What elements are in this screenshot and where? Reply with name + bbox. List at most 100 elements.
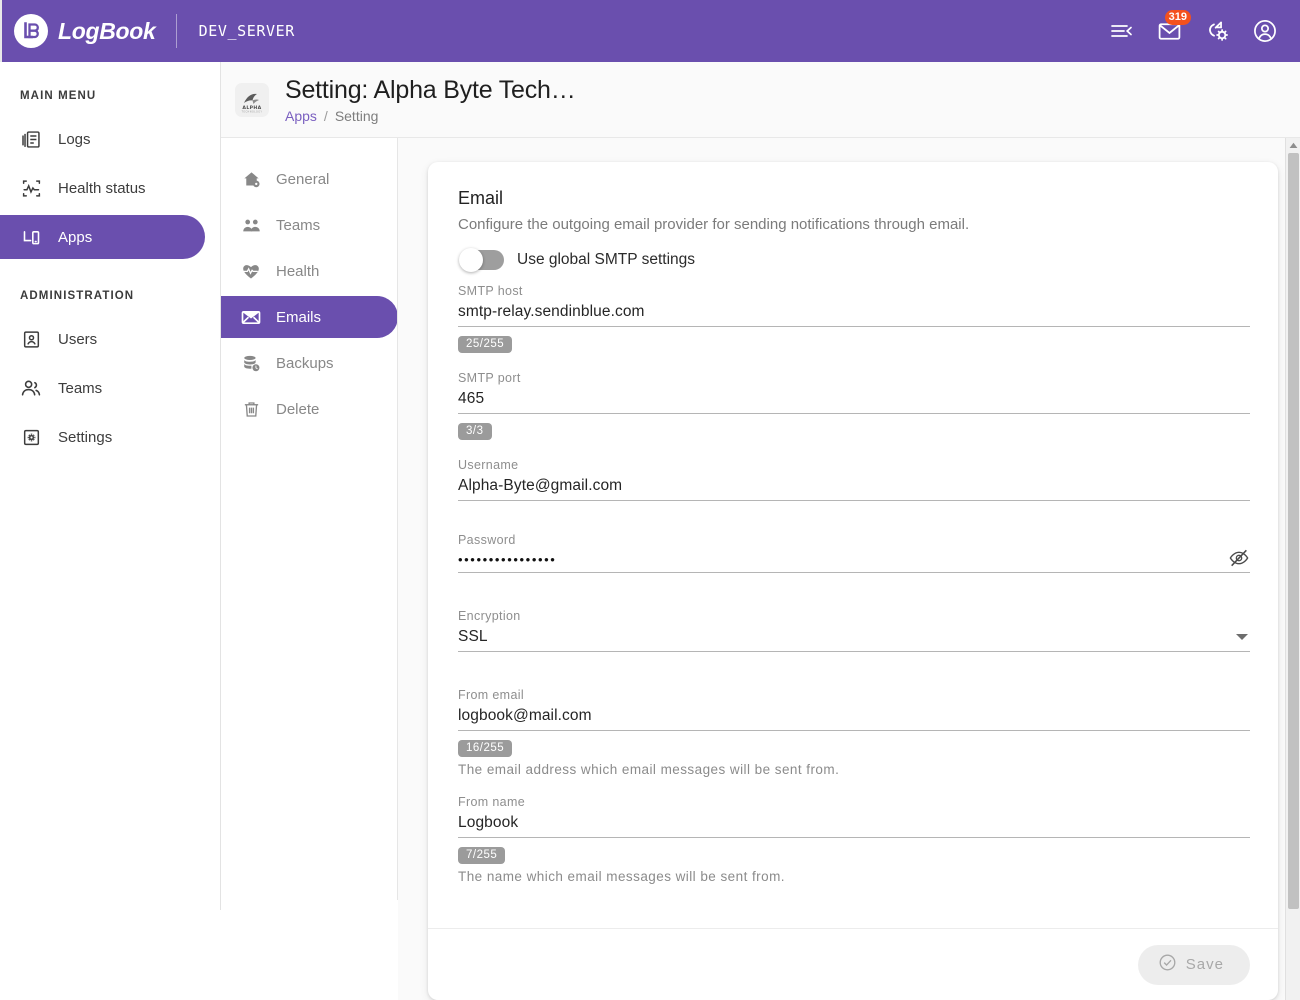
user-icon xyxy=(20,328,42,350)
from-email-input[interactable]: logbook@mail.com xyxy=(458,707,1250,725)
chevron-down-icon[interactable] xyxy=(1234,629,1250,645)
sidebar-item-teams[interactable]: Teams xyxy=(0,366,205,410)
field-label: Password xyxy=(458,533,516,547)
field-smtp-host: SMTP host smtp-relay.sendinblue.com 25/2… xyxy=(458,284,1250,353)
field-input-line[interactable]: 465 xyxy=(458,390,1250,414)
app-avatar: ALPHA TECHNOLOGY xyxy=(235,82,269,117)
field-password: Password •••••••••••••••• xyxy=(458,533,1250,573)
brand[interactable]: LogBook xyxy=(14,14,156,48)
section-subtitle: Configure the outgoing email provider fo… xyxy=(458,216,970,233)
sidebar-section-label-administration: ADMINISTRATION xyxy=(20,290,135,302)
username-input[interactable]: Alpha-Byte@gmail.com xyxy=(458,477,1250,495)
sidebar-item-logs[interactable]: Logs xyxy=(0,117,205,161)
field-label: Encryption xyxy=(458,609,521,623)
mail-badge-count: 319 xyxy=(1164,10,1191,26)
field-select-line[interactable]: SSL xyxy=(458,628,1250,652)
scroll-up-arrow-icon[interactable] xyxy=(1286,138,1300,152)
field-input-line[interactable]: logbook@mail.com xyxy=(458,707,1250,731)
logs-icon xyxy=(20,128,42,150)
topbar-actions: 319 xyxy=(1104,10,1282,48)
top-navigation-bar: LogBook DEV_SERVER 319 xyxy=(0,0,1300,62)
main-column: ALPHA TECHNOLOGY Setting: Alpha Byte Tec… xyxy=(221,62,1300,1000)
tab-teams[interactable]: Teams xyxy=(221,204,398,246)
tab-label: Teams xyxy=(276,216,321,234)
email-settings-card: Email Configure the outgoing email provi… xyxy=(428,162,1278,1000)
tab-label: Delete xyxy=(276,400,320,418)
sidebar-item-label: Logs xyxy=(58,130,91,148)
encryption-select-value[interactable]: SSL xyxy=(458,628,1250,646)
sidebar-item-settings[interactable]: Settings xyxy=(0,415,205,459)
password-input[interactable]: •••••••••••••••• xyxy=(458,552,1250,567)
sidebar-item-label: Teams xyxy=(58,379,103,397)
sidebar-item-users[interactable]: Users xyxy=(0,317,205,361)
field-input-line[interactable]: smtp-relay.sendinblue.com xyxy=(458,303,1250,327)
tab-label: Health xyxy=(276,262,320,280)
sidebar-item-label: Health status xyxy=(58,179,146,197)
restore-settings-icon[interactable] xyxy=(1200,14,1234,48)
tab-emails[interactable]: Emails xyxy=(221,296,398,338)
body-row: MAIN MENU Logs Health status Apps ADMINI… xyxy=(0,62,1300,1000)
breadcrumb-current: Setting xyxy=(334,107,379,124)
breadcrumb-separator: / xyxy=(323,107,328,124)
envelope-icon xyxy=(241,307,261,327)
tab-label: General xyxy=(276,170,330,188)
brand-name: LogBook xyxy=(58,17,156,44)
field-input-line[interactable]: Logbook xyxy=(458,814,1250,838)
card-footer: Save xyxy=(428,928,1278,1000)
breadcrumb-apps-link[interactable]: Apps xyxy=(285,108,317,124)
field-input-line[interactable]: •••••••••••••••• xyxy=(458,549,1250,573)
char-counter: 7/255 xyxy=(458,847,506,864)
smtp-port-input[interactable]: 465 xyxy=(458,390,1250,408)
main-sidebar: MAIN MENU Logs Health status Apps ADMINI… xyxy=(0,62,221,1000)
smtp-host-input[interactable]: smtp-relay.sendinblue.com xyxy=(458,303,1250,321)
sidebar-item-apps[interactable]: Apps xyxy=(0,215,205,259)
brand-divider xyxy=(175,14,177,48)
teams-icon xyxy=(241,215,261,235)
apps-icon xyxy=(20,226,42,248)
gear-icon xyxy=(20,426,42,448)
field-label: From name xyxy=(458,795,526,809)
home-gear-icon xyxy=(241,169,261,189)
vertical-scrollbar[interactable] xyxy=(1285,138,1300,1000)
section-title: Email xyxy=(458,188,504,208)
trash-icon xyxy=(241,399,261,419)
sidebar-item-health-status[interactable]: Health status xyxy=(0,166,205,210)
page-title: Setting: Alpha Byte Tech… xyxy=(285,75,576,104)
tab-label: Emails xyxy=(276,308,322,326)
health-status-icon xyxy=(20,177,42,199)
global-smtp-toggle[interactable] xyxy=(459,248,504,272)
heart-pulse-icon xyxy=(241,261,261,281)
field-hint: The email address which email messages w… xyxy=(458,762,840,777)
tab-label: Backups xyxy=(276,354,334,372)
sidebar-item-label: Users xyxy=(58,330,98,348)
char-counter: 25/255 xyxy=(458,336,513,353)
toggle-knob xyxy=(459,248,483,272)
tab-delete[interactable]: Delete xyxy=(221,388,398,430)
field-encryption: Encryption SSL xyxy=(458,609,1250,652)
settings-tab-nav: General Teams Health Emails Backups Dele… xyxy=(221,138,398,1000)
tab-health[interactable]: Health xyxy=(221,250,398,292)
logbook-logo-icon xyxy=(14,14,48,48)
sidebar-item-label: Apps xyxy=(58,228,93,246)
field-from-email: From email logbook@mail.com 16/255 The e… xyxy=(458,688,1250,777)
scrollbar-thumb[interactable] xyxy=(1287,153,1299,909)
collapse-menu-icon[interactable] xyxy=(1104,14,1138,48)
char-counter: 16/255 xyxy=(458,740,513,757)
tab-backups[interactable]: Backups xyxy=(221,342,398,384)
email-settings-body: Email Configure the outgoing email provi… xyxy=(428,162,1278,928)
field-input-line[interactable]: Alpha-Byte@gmail.com xyxy=(458,477,1250,501)
eye-off-icon[interactable] xyxy=(1228,547,1250,569)
tab-general[interactable]: General xyxy=(221,158,398,200)
field-label: From email xyxy=(458,688,525,702)
field-label: SMTP port xyxy=(458,371,521,385)
account-circle-icon[interactable] xyxy=(1248,14,1282,48)
from-name-input[interactable]: Logbook xyxy=(458,814,1250,832)
save-button[interactable]: Save xyxy=(1137,944,1250,985)
field-hint: The name which email messages will be se… xyxy=(458,869,785,884)
mail-icon[interactable]: 319 xyxy=(1152,10,1191,48)
